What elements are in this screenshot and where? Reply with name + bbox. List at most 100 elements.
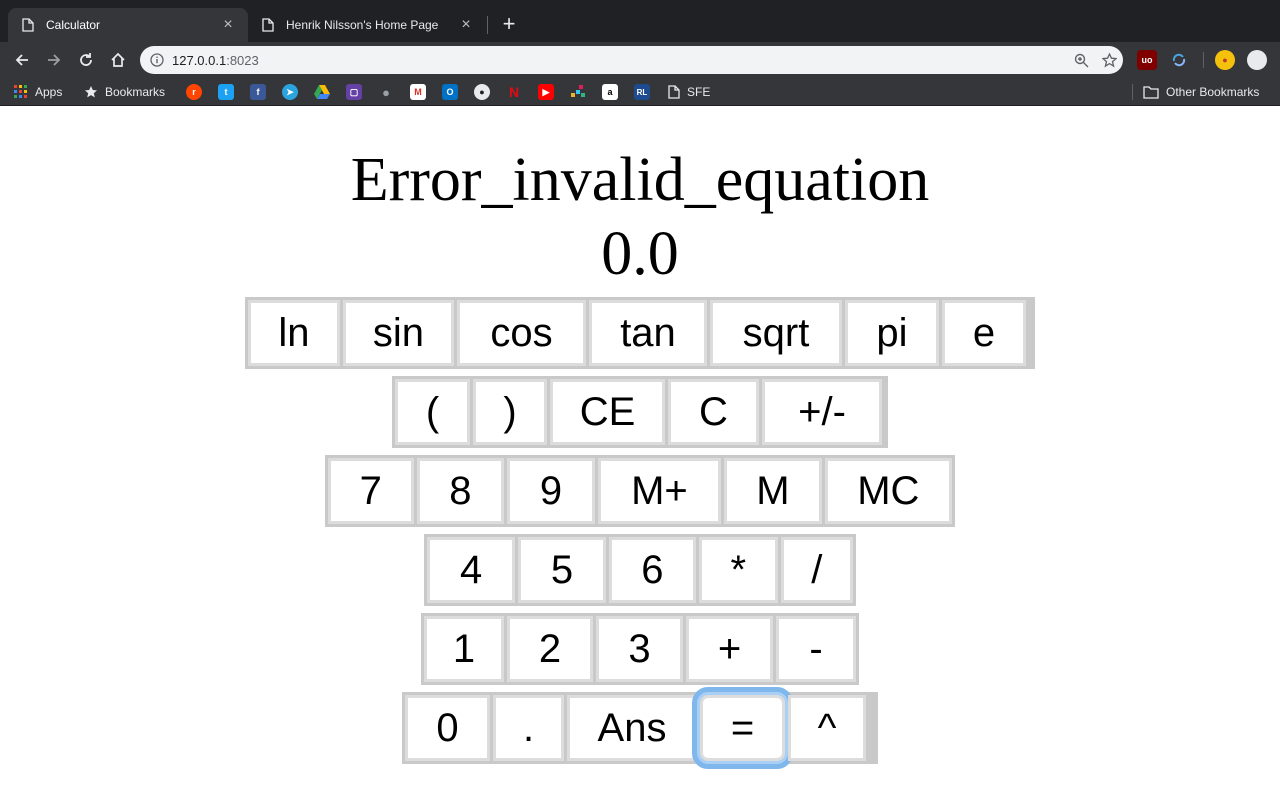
url-host: 127.0.0.1 bbox=[172, 52, 227, 68]
home-icon bbox=[111, 52, 125, 67]
close-tab-icon[interactable]: × bbox=[458, 16, 474, 34]
key-c[interactable]: C bbox=[668, 379, 759, 445]
tab-henrik-home[interactable]: Henrik Nilsson's Home Page × bbox=[248, 8, 486, 42]
key-sqrt[interactable]: sqrt bbox=[710, 300, 842, 366]
key-pi[interactable]: pi bbox=[845, 300, 939, 366]
bookmark-label: Apps bbox=[35, 85, 63, 99]
bookmark-apps[interactable]: Apps bbox=[14, 83, 62, 101]
result-display: 0.0 bbox=[601, 220, 679, 288]
youtube-icon: ▶ bbox=[538, 84, 554, 100]
bookmark-github[interactable]: ● bbox=[474, 83, 490, 101]
back-button[interactable] bbox=[8, 46, 36, 74]
folder-icon bbox=[1143, 85, 1159, 99]
profile-extension-icon[interactable]: ● bbox=[1215, 50, 1235, 70]
bookmark-facebook[interactable]: f bbox=[250, 83, 266, 101]
bookmark-outlook[interactable]: O bbox=[442, 83, 458, 101]
ublock-icon[interactable]: uo bbox=[1137, 50, 1157, 70]
key-ln[interactable]: ln bbox=[248, 300, 340, 366]
site-info-icon[interactable] bbox=[150, 53, 164, 67]
key-5[interactable]: 5 bbox=[518, 537, 606, 603]
tab-calculator[interactable]: Calculator × bbox=[8, 8, 248, 42]
zoom-icon[interactable] bbox=[1067, 46, 1095, 74]
bookmark-apple[interactable]: ● bbox=[378, 83, 394, 101]
bookmark-google-drive[interactable] bbox=[314, 83, 330, 101]
key-plus[interactable]: + bbox=[686, 616, 773, 682]
new-tab-button[interactable]: + bbox=[498, 10, 520, 38]
page-icon bbox=[668, 85, 680, 99]
key-tan[interactable]: tan bbox=[589, 300, 707, 366]
bookmark-amazon[interactable]: a bbox=[602, 83, 618, 101]
keypad-row-456: 4 5 6 * / bbox=[424, 534, 856, 606]
bookmark-label: SFE bbox=[687, 85, 711, 99]
address-bar[interactable]: 127.0.0.1:8023 bbox=[140, 46, 1123, 74]
tab-divider bbox=[487, 16, 488, 34]
star-icon bbox=[85, 86, 97, 98]
bookmarks-divider bbox=[1132, 84, 1133, 100]
key-minus[interactable]: - bbox=[776, 616, 856, 682]
bookmark-twitter[interactable]: t bbox=[218, 83, 234, 101]
keypad-row-789: 7 8 9 M+ M MC bbox=[325, 455, 955, 527]
bookmark-other-bookmarks[interactable]: Other Bookmarks bbox=[1143, 83, 1259, 101]
key-9[interactable]: 9 bbox=[507, 458, 595, 524]
key-2[interactable]: 2 bbox=[507, 616, 593, 682]
bookmark-reddit[interactable]: r bbox=[186, 83, 202, 101]
bookmark-slack[interactable] bbox=[570, 83, 586, 101]
bookmarks-bar: Apps Bookmarks r t f ➤ ▢ ● M O ● N ▶ a R… bbox=[0, 78, 1280, 106]
key-power[interactable]: ^ bbox=[788, 695, 866, 761]
key-8[interactable]: 8 bbox=[416, 458, 505, 524]
key-ce[interactable]: CE bbox=[550, 379, 665, 445]
twitter-icon: t bbox=[218, 84, 234, 100]
forward-arrow-icon bbox=[48, 54, 61, 66]
key-m[interactable]: M bbox=[724, 458, 822, 524]
bookmark-star-icon[interactable] bbox=[1095, 46, 1123, 74]
key-ans[interactable]: Ans bbox=[567, 695, 697, 761]
bookmark-youtube[interactable]: ▶ bbox=[538, 83, 554, 101]
key-negate[interactable]: +/- bbox=[762, 379, 882, 445]
key-sin[interactable]: sin bbox=[343, 300, 454, 366]
bookmark-bookmarks[interactable]: Bookmarks bbox=[84, 83, 165, 101]
forward-button[interactable] bbox=[40, 46, 68, 74]
bookmark-gmail[interactable]: M bbox=[410, 83, 426, 101]
key-close-paren[interactable]: ) bbox=[473, 379, 547, 445]
tab-title: Calculator bbox=[46, 18, 101, 32]
bookmark-rl[interactable]: RL bbox=[634, 83, 650, 101]
github-icon: ● bbox=[474, 84, 490, 100]
bookmark-twitch[interactable]: ▢ bbox=[346, 83, 362, 101]
key-7[interactable]: 7 bbox=[328, 458, 414, 524]
avatar[interactable] bbox=[1247, 50, 1267, 70]
tab-strip: Calculator × Henrik Nilsson's Home Page … bbox=[0, 0, 1280, 42]
bookmark-label: Bookmarks bbox=[105, 85, 166, 99]
sync-extension-icon[interactable] bbox=[1169, 50, 1189, 70]
gmail-icon: M bbox=[410, 84, 426, 100]
key-1[interactable]: 1 bbox=[424, 616, 504, 682]
bookmark-telegram[interactable]: ➤ bbox=[282, 83, 298, 101]
key-multiply[interactable]: * bbox=[699, 537, 778, 603]
apple-icon: ● bbox=[382, 84, 390, 100]
reload-button[interactable] bbox=[72, 46, 100, 74]
key-6[interactable]: 6 bbox=[608, 537, 697, 603]
key-mc[interactable]: MC bbox=[824, 458, 952, 524]
reload-icon bbox=[80, 53, 92, 66]
key-m-plus[interactable]: M+ bbox=[597, 458, 722, 524]
key-e[interactable]: e bbox=[942, 300, 1026, 366]
key-0[interactable]: 0 bbox=[405, 695, 490, 761]
home-button[interactable] bbox=[104, 46, 132, 74]
key-3[interactable]: 3 bbox=[596, 616, 683, 682]
amazon-icon: a bbox=[602, 84, 618, 100]
slack-icon bbox=[571, 85, 585, 97]
key-decimal[interactable]: . bbox=[493, 695, 564, 761]
key-divide[interactable]: / bbox=[780, 537, 853, 603]
key-equals[interactable]: = bbox=[692, 687, 793, 769]
url-text[interactable]: 127.0.0.1:8023 bbox=[172, 53, 1067, 68]
page-icon bbox=[20, 18, 36, 32]
close-tab-icon[interactable]: × bbox=[220, 16, 236, 34]
outlook-icon: O bbox=[442, 84, 458, 100]
keypad-row-functions: ln sin cos tan sqrt pi e bbox=[245, 297, 1035, 369]
key-cos[interactable]: cos bbox=[457, 300, 586, 366]
key-open-paren[interactable]: ( bbox=[395, 379, 470, 445]
key-4[interactable]: 4 bbox=[427, 537, 516, 603]
apps-grid-icon bbox=[14, 85, 27, 98]
bookmark-netflix[interactable]: N bbox=[506, 83, 522, 101]
error-display: Error_invalid_equation bbox=[350, 146, 930, 214]
bookmark-sfe[interactable]: SFE bbox=[668, 83, 710, 101]
